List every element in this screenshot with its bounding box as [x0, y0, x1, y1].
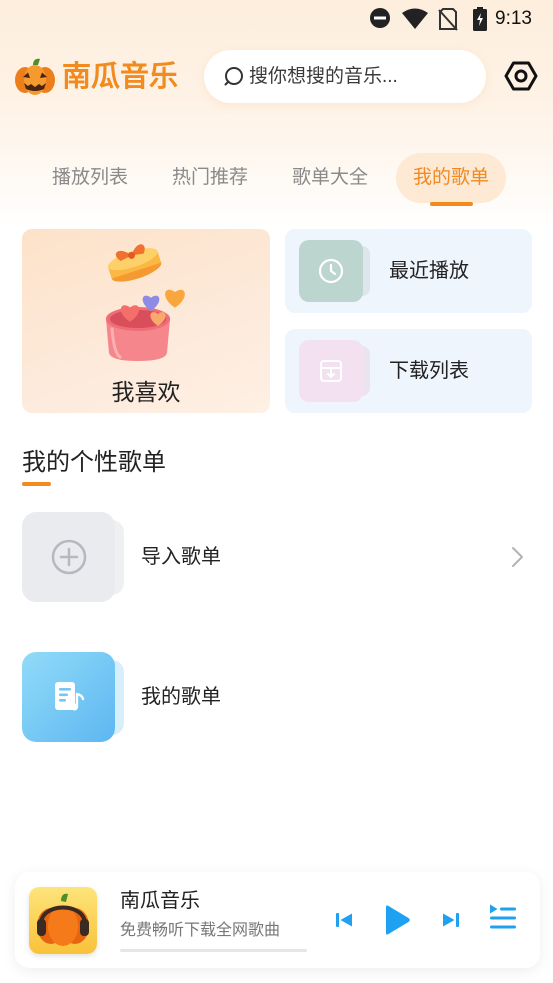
player-subtitle: 免费畅听下载全网歌曲: [120, 922, 281, 939]
pumpkin-logo-icon: [14, 56, 56, 98]
tab-hot-recommend[interactable]: 热门推荐: [155, 153, 265, 203]
tab-my-playlists[interactable]: 我的歌单: [396, 153, 506, 206]
tab-all-playlists[interactable]: 歌单大全: [275, 153, 385, 203]
import-playlist-row[interactable]: 导入歌单: [0, 502, 553, 612]
settings-icon[interactable]: [504, 59, 538, 93]
app-name: 南瓜音乐: [62, 61, 179, 93]
tab-play-list[interactable]: 播放列表: [35, 153, 145, 203]
chevron-right-icon: [510, 546, 524, 568]
search-input[interactable]: [249, 50, 474, 103]
progress-bar[interactable]: [120, 949, 307, 952]
download-list-card[interactable]: 下载列表: [285, 329, 532, 413]
recent-played-card[interactable]: 最近播放: [285, 229, 532, 313]
download-tray-icon: [299, 340, 363, 402]
add-circle-icon: [22, 512, 115, 602]
section-underline: [22, 482, 51, 486]
previous-icon[interactable]: [335, 912, 353, 928]
do-not-disturb-icon: [369, 7, 391, 29]
status-time: 9:13: [495, 8, 532, 29]
next-icon[interactable]: [442, 912, 460, 928]
mini-player[interactable]: 南瓜音乐 免费畅听下载全网歌曲: [15, 872, 540, 968]
section-title: 我的个性歌单: [22, 449, 166, 476]
my-playlist-row[interactable]: 我的歌单: [0, 642, 553, 752]
search-bar[interactable]: [204, 50, 486, 103]
favorites-label: 我喜欢: [111, 379, 181, 405]
recent-played-label: 最近播放: [389, 260, 469, 282]
search-icon: [223, 66, 244, 87]
gift-box-hearts-icon: [98, 233, 198, 363]
download-list-label: 下载列表: [389, 360, 469, 382]
my-playlist-label: 我的歌单: [141, 686, 221, 708]
playlist-queue-icon[interactable]: [489, 903, 517, 933]
music-document-icon: [22, 652, 115, 742]
no-sim-icon: [438, 7, 458, 31]
player-title: 南瓜音乐: [120, 890, 200, 912]
wifi-icon: [401, 8, 429, 30]
play-icon[interactable]: [383, 904, 411, 936]
battery-charging-icon: [473, 7, 487, 31]
pumpkin-headphones-icon[interactable]: [29, 887, 97, 954]
clock-icon: [299, 240, 363, 302]
import-playlist-label: 导入歌单: [141, 546, 221, 568]
favorites-card[interactable]: 我喜欢: [22, 229, 270, 413]
